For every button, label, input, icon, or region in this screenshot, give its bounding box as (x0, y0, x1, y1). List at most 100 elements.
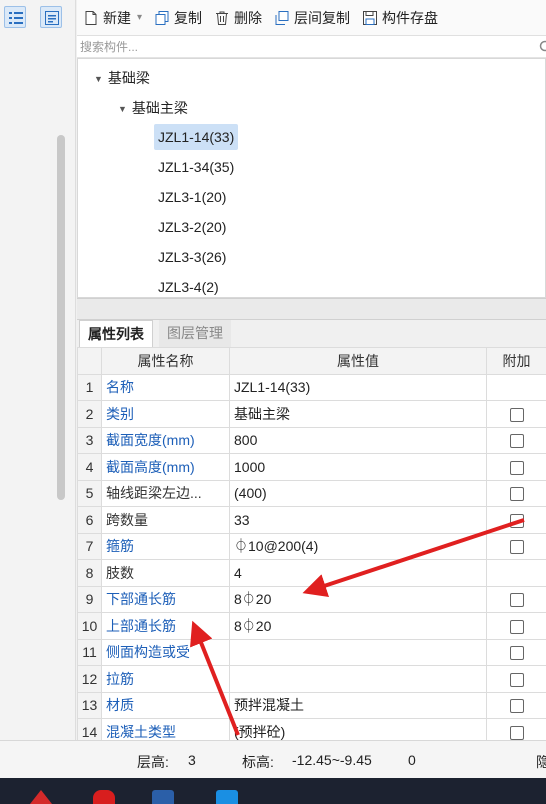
tree-leaf[interactable]: JZL3-2(20) (154, 214, 230, 240)
property-value[interactable]: 8⏀20 (229, 585, 487, 613)
list-view-icon[interactable] (4, 6, 26, 28)
row-index: 11 (77, 638, 102, 666)
property-value[interactable]: 33 (229, 506, 487, 534)
attach-checkbox[interactable] (509, 513, 524, 528)
attach-checkbox[interactable] (509, 725, 524, 740)
expand-arrow-icon[interactable]: ▼ (94, 74, 103, 84)
attach-checkbox[interactable] (509, 672, 524, 687)
save-component-button-label: 构件存盘 (382, 9, 439, 26)
panel-splitter[interactable] (77, 298, 546, 320)
table-row[interactable]: 4 截面高度(mm) 1000 (77, 453, 546, 481)
property-view-icon[interactable] (40, 6, 62, 28)
save-component-button[interactable]: 构件存盘 (362, 8, 438, 28)
property-name: 轴线距梁左边... (101, 479, 230, 507)
tree-node-child[interactable]: ▼ 基础主梁 (118, 98, 188, 118)
property-name: 肢数 (101, 559, 230, 587)
attach-cell (486, 479, 546, 507)
app-icon[interactable] (152, 790, 174, 804)
tree-leaf[interactable]: JZL1-14(33) (154, 124, 239, 150)
delete-button[interactable]: 删除 (214, 8, 262, 28)
copy-button[interactable]: 复制 (154, 8, 202, 28)
attach-cell (486, 453, 546, 481)
row-index: 4 (77, 453, 102, 481)
property-value[interactable]: 8⏀20 (229, 612, 487, 640)
save-disk-icon (363, 10, 378, 25)
property-name: 材质 (101, 691, 230, 719)
column-header-name[interactable]: 属性名称 (101, 347, 230, 375)
attach-checkbox[interactable] (509, 487, 524, 502)
row-index: 9 (77, 585, 102, 613)
tree-leaf[interactable]: JZL1-34(35) (154, 154, 238, 180)
attach-checkbox[interactable] (509, 460, 524, 475)
search-input[interactable]: 搜索构件... (77, 36, 546, 58)
new-file-icon (85, 10, 97, 25)
table-row[interactable]: 5 轴线距梁左边... (400) (77, 479, 546, 507)
tree-node-label: 基础主梁 (131, 100, 188, 116)
status-bar: 层高: 3 标高: -12.45~-9.45 0 隐 (0, 740, 546, 778)
attach-checkbox[interactable] (509, 646, 524, 661)
layer-copy-icon (275, 10, 289, 25)
attach-checkbox[interactable] (509, 407, 524, 422)
table-row[interactable]: 10 上部通长筋 8⏀20 (77, 612, 546, 640)
layer-copy-button[interactable]: 层间复制 (274, 8, 350, 28)
row-index: 13 (77, 691, 102, 719)
property-value[interactable]: 1000 (229, 453, 487, 481)
property-value[interactable]: ⏀10@200(4) (229, 532, 487, 560)
table-row[interactable]: 3 截面宽度(mm) 800 (77, 426, 546, 454)
property-value[interactable] (229, 638, 487, 666)
attach-cell (486, 506, 546, 534)
search-icon[interactable] (536, 39, 546, 55)
row-index: 2 (77, 400, 102, 428)
row-index: 12 (77, 665, 102, 693)
netease-app-icon[interactable] (93, 790, 115, 804)
status-extra-value: 0 (408, 752, 416, 768)
property-value[interactable]: 4 (229, 559, 487, 587)
tree-leaf[interactable]: JZL3-1(20) (154, 184, 230, 210)
table-row[interactable]: 8 肢数 4 (77, 559, 546, 587)
property-value[interactable]: 预拌混凝土 (229, 691, 487, 719)
table-row[interactable]: 13 材质 预拌混凝土 (77, 691, 546, 719)
row-index: 1 (77, 373, 102, 401)
autocad-app-icon[interactable] (30, 790, 52, 804)
attach-checkbox[interactable] (509, 434, 524, 449)
table-row[interactable]: 7 箍筋 ⏀10@200(4) (77, 532, 546, 560)
table-row[interactable]: 11 侧面构造或受 (77, 638, 546, 666)
property-value[interactable]: JZL1-14(33) (229, 373, 487, 401)
property-value[interactable]: (400) (229, 479, 487, 507)
table-row[interactable]: 12 拉筋 (77, 665, 546, 693)
property-name: 上部通长筋 (101, 612, 230, 640)
grid-header-row: 属性名称 属性值 附加 (77, 347, 546, 375)
left-scrollbar[interactable] (57, 135, 65, 500)
tab-layer-management[interactable]: 图层管理 (159, 320, 231, 347)
table-row[interactable]: 2 类别 基础主梁 (77, 400, 546, 428)
floor-height-label: 层高: (137, 754, 169, 770)
column-header-extra[interactable]: 附加 (486, 347, 546, 375)
property-name: 拉筋 (101, 665, 230, 693)
attach-checkbox[interactable] (509, 619, 524, 634)
table-row[interactable]: 9 下部通长筋 8⏀20 (77, 585, 546, 613)
floor-height-value: 3 (188, 752, 196, 768)
attach-cell (486, 585, 546, 613)
attach-checkbox[interactable] (509, 593, 524, 608)
glodon-app-icon[interactable] (216, 790, 238, 804)
expand-arrow-icon[interactable]: ▼ (118, 104, 127, 114)
column-header-value[interactable]: 属性值 (229, 347, 487, 375)
property-name: 跨数量 (101, 506, 230, 534)
table-row[interactable]: 6 跨数量 33 (77, 506, 546, 534)
table-row[interactable]: 1 名称 JZL1-14(33) (77, 373, 546, 401)
tree-leaf[interactable]: JZL3-3(26) (154, 244, 230, 270)
tab-property-list[interactable]: 属性列表 (79, 320, 153, 347)
property-value[interactable]: 800 (229, 426, 487, 454)
property-value[interactable] (229, 665, 487, 693)
tree-leaf[interactable]: JZL3-4(2) (154, 274, 223, 297)
new-button[interactable]: 新建 ▾ (83, 8, 142, 28)
tree-node-root[interactable]: ▼ 基础梁 (94, 68, 150, 88)
copy-button-label: 复制 (174, 9, 203, 26)
attach-checkbox[interactable] (509, 540, 524, 555)
attach-checkbox[interactable] (509, 699, 524, 714)
chevron-down-icon[interactable]: ▾ (137, 12, 142, 23)
property-name: 名称 (101, 373, 230, 401)
property-name: 截面宽度(mm) (101, 426, 230, 454)
property-tabs: 属性列表 图层管理 (77, 320, 546, 347)
property-value[interactable]: 基础主梁 (229, 400, 487, 428)
